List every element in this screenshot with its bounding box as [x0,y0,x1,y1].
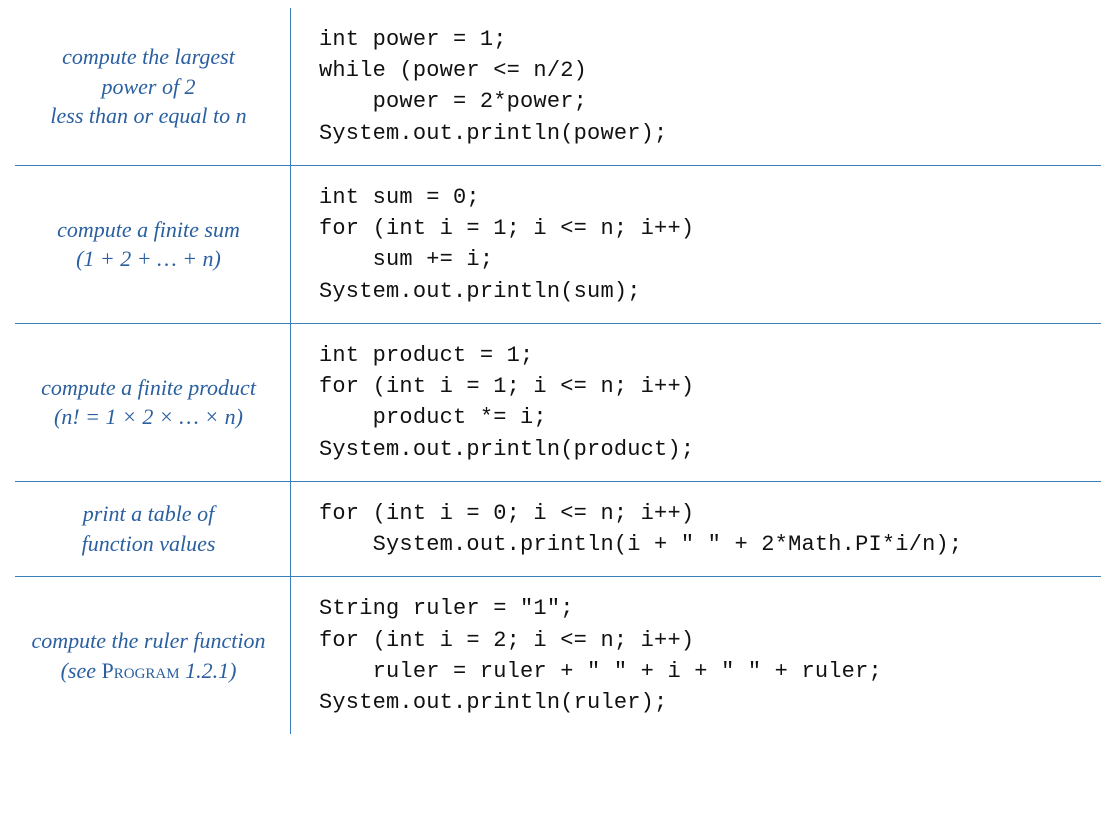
label-line: function values [82,529,216,559]
examples-table: compute the largest power of 2 less than… [15,8,1101,734]
label-line: compute a finite product [41,373,256,403]
example-code: int product = 1; for (int i = 1; i <= n;… [291,324,1101,481]
label-line: (n! = 1 × 2 × … × n) [54,402,243,432]
example-label: compute the ruler function (see Program … [15,577,291,734]
table-row: compute the ruler function (see Program … [15,577,1101,734]
label-line: (see Program 1.2.1) [61,656,237,686]
table-row: compute the largest power of 2 less than… [15,8,1101,166]
table-row: compute a finite sum (1 + 2 + … + n) int… [15,166,1101,324]
label-line: compute the ruler function [31,626,265,656]
example-label: compute a finite product (n! = 1 × 2 × …… [15,324,291,481]
example-code: for (int i = 0; i <= n; i++) System.out.… [291,482,1101,576]
label-line: compute a finite sum [57,215,240,245]
example-label: compute the largest power of 2 less than… [15,8,291,165]
example-code: int power = 1; while (power <= n/2) powe… [291,8,1101,165]
example-label: compute a finite sum (1 + 2 + … + n) [15,166,291,323]
label-line: (1 + 2 + … + n) [76,244,221,274]
label-line: less than or equal to n [50,101,246,131]
label-line: power of 2 [101,72,195,102]
example-code: int sum = 0; for (int i = 1; i <= n; i++… [291,166,1101,323]
label-line: compute the largest [62,42,235,72]
example-label: print a table of function values [15,482,291,576]
table-row: compute a finite product (n! = 1 × 2 × …… [15,324,1101,482]
table-row: print a table of function values for (in… [15,482,1101,577]
example-code: String ruler = "1"; for (int i = 2; i <=… [291,577,1101,734]
label-line: print a table of [83,499,214,529]
